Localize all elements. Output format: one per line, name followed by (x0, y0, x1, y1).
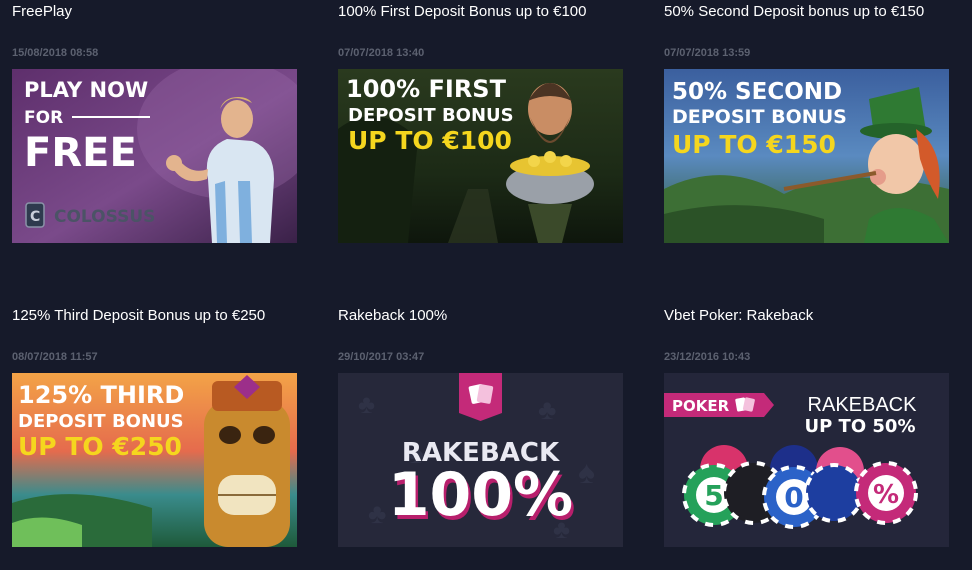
banner-line2: DEPOSIT BONUS (18, 411, 184, 432)
player-head (221, 100, 253, 138)
leprechaun-head (868, 134, 924, 194)
banner-line3: UP TO €150 (672, 130, 836, 159)
banner-line2: DEPOSIT BONUS (672, 106, 847, 128)
banner-artwork: 50% SECOND DEPOSIT BONUS UP TO €150 (664, 69, 949, 243)
banner-line2: 100% (388, 460, 573, 530)
promo-title[interactable]: Vbet Poker: Rakeback (664, 307, 813, 324)
banner-line3: UP TO €250 (18, 432, 182, 461)
promo-date: 07/07/2018 13:40 (338, 47, 425, 59)
banner-line2: FOR (24, 108, 63, 128)
banner-line1: 50% SECOND (672, 79, 842, 105)
promo-date: 08/07/2018 11:57 (12, 351, 98, 363)
promo-date: 15/08/2018 08:58 (12, 47, 99, 59)
svg-text:♣: ♣ (538, 394, 556, 425)
promo-banner-freeplay[interactable]: PLAY NOW FOR FREE C COLOSSUS (12, 69, 297, 243)
promo-date: 29/10/2017 03:47 (338, 351, 425, 363)
banner-line1: PLAY NOW (24, 78, 148, 102)
svg-text:♣: ♣ (368, 498, 386, 529)
chip-label-3: % (873, 480, 899, 510)
chip-navy (804, 463, 864, 523)
banner-line3: UP TO €100 (348, 126, 512, 155)
brand-mark: C (30, 209, 40, 225)
promo-banner-first-deposit[interactable]: 100% FIRST DEPOSIT BONUS UP TO €100 (338, 69, 623, 243)
poker-tag-label: POKER (672, 397, 730, 415)
banner-line1: 100% FIRST (346, 75, 507, 103)
banner-line1: RAKEBACK (808, 394, 918, 416)
promo-title[interactable]: 50% Second Deposit bonus up to €150 (664, 3, 924, 20)
svg-text:♠: ♠ (578, 454, 595, 490)
tiki-mask-icon (204, 401, 290, 547)
promo-date: 23/12/2016 10:43 (664, 351, 751, 363)
promo-title[interactable]: 100% First Deposit Bonus up to €100 (338, 3, 586, 20)
chip-label-1: 5 (704, 479, 723, 512)
banner-line2: UP TO 50% (804, 416, 915, 437)
promo-banner-rakeback[interactable]: ♣ ♠ ♣ ♠ ♣ ♣ RAKEBACK 100% 100% (338, 373, 623, 547)
promo-title[interactable]: Rakeback 100% (338, 307, 447, 324)
promo-banner-vbet-poker[interactable]: POKER RAKEBACK UP TO 50% 5 0 % (664, 373, 949, 547)
banner-artwork: 125% THIRD DEPOSIT BONUS UP TO €250 (12, 373, 297, 547)
banner-line2: DEPOSIT BONUS (348, 105, 514, 126)
banner-artwork: PLAY NOW FOR FREE C COLOSSUS (12, 69, 297, 243)
brand-name: COLOSSUS (54, 207, 155, 227)
banner-line1: 125% THIRD (18, 381, 184, 409)
chip-label-2: 0 (784, 481, 803, 514)
promo-banner-second-deposit[interactable]: 50% SECOND DEPOSIT BONUS UP TO €150 (664, 69, 949, 243)
promo-date: 07/07/2018 13:59 (664, 47, 751, 59)
banner-artwork: ♣ ♠ ♣ ♠ ♣ ♣ RAKEBACK 100% 100% (338, 373, 623, 547)
promo-title[interactable]: FreePlay (12, 3, 72, 20)
promotions-grid: FreePlay 15/08/2018 08:58 PLAY NOW FOR F… (0, 0, 972, 570)
promo-banner-third-deposit[interactable]: 125% THIRD DEPOSIT BONUS UP TO €250 (12, 373, 297, 547)
banner-artwork: 100% FIRST DEPOSIT BONUS UP TO €100 (338, 69, 623, 243)
promo-title[interactable]: 125% Third Deposit Bonus up to €250 (12, 307, 265, 324)
banner-artwork: POKER RAKEBACK UP TO 50% 5 0 % (664, 373, 949, 547)
svg-text:♣: ♣ (358, 389, 375, 419)
banner-line3: FREE (24, 130, 137, 176)
